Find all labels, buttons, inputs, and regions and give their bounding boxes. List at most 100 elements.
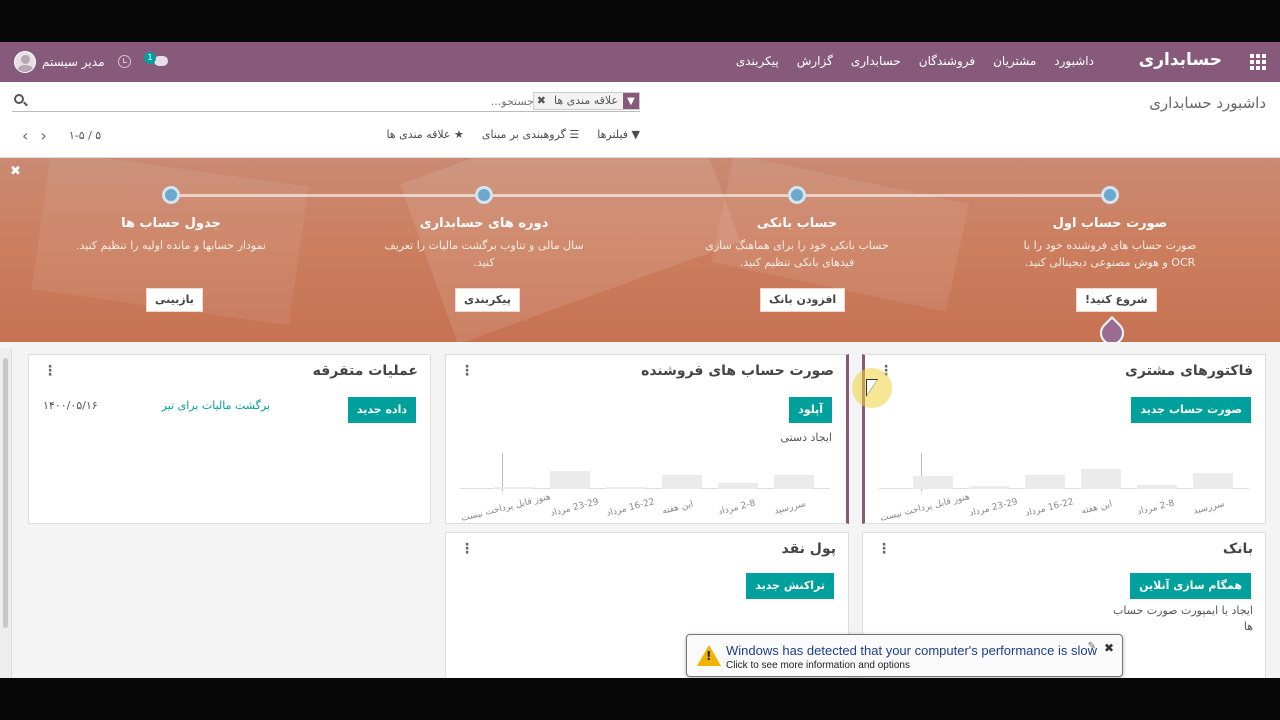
aging-bar[interactable] — [662, 475, 702, 489]
search-input[interactable] — [114, 93, 534, 109]
create-manually-link[interactable]: ایجاد دستی — [780, 431, 832, 444]
step-dot — [475, 186, 493, 204]
notification-subtitle: Click to see more information and option… — [726, 660, 910, 671]
step-dot — [788, 186, 806, 204]
aging-bar-label: 16-22 مرداد — [1024, 497, 1075, 519]
aging-bar[interactable] — [1081, 469, 1121, 489]
aging-bar-label: سررسید — [773, 499, 807, 517]
online-sync-button[interactable]: همگام سازی آنلاین — [1130, 573, 1251, 599]
filter-funnel-icon: ▼ — [623, 93, 639, 109]
options-wrench-icon[interactable]: ✎ — [1088, 641, 1096, 652]
avatar — [14, 51, 36, 73]
add-bank-button[interactable]: افزودن بانک — [760, 288, 846, 312]
close-banner-icon[interactable]: ✖ — [10, 164, 21, 179]
bill-aging-chart: سررسید 2-8 مرداد این هفته 16-22 مرداد 23-29 … — [460, 453, 830, 524]
windows-performance-notification[interactable]: ! Windows has detected that your compute… — [686, 634, 1123, 677]
aging-bar-label: هنوز قابل پرداخت نیست — [460, 492, 552, 524]
tax-return-date: ۱۴۰۰/۰۵/۱۶ — [43, 399, 98, 412]
card-title[interactable]: فاکتورهای مشتری — [1125, 363, 1253, 379]
card-menu-icon[interactable]: ⋮ — [460, 363, 474, 379]
activity-clock-icon[interactable] — [118, 55, 131, 68]
configure-periods-button[interactable]: پیکربندی — [455, 288, 520, 312]
aging-bar-label: 2-8 مرداد — [1136, 498, 1176, 518]
app-brand[interactable]: حسابداری — [1139, 50, 1222, 70]
aging-bar[interactable] — [494, 487, 534, 489]
bars-icon: ☰ — [565, 128, 580, 141]
misc-activity-row: برگشت مالیات برای تیر ۱۴۰۰/۰۵/۱۶ — [43, 397, 416, 423]
star-icon: ★ — [450, 128, 464, 141]
aging-bar[interactable] — [969, 486, 1009, 489]
aging-bar[interactable] — [774, 475, 814, 489]
aging-bar-label: 16-22 مرداد — [605, 497, 656, 519]
new-invoice-button[interactable]: صورت حساب جدید — [1131, 397, 1251, 423]
aging-bar[interactable] — [913, 476, 953, 489]
card-vendor-bills: صورت حساب های فروشنده ⋮ آپلود ایجاد دستی… — [445, 354, 849, 524]
card-title[interactable]: پول نقد — [782, 541, 836, 557]
aging-bar-label: هنوز قابل پرداخت نیست — [879, 492, 971, 524]
aging-bar-label: سررسید — [1192, 499, 1226, 517]
aging-bar[interactable] — [606, 487, 646, 489]
pager-prev-icon[interactable]: ‹ — [22, 126, 28, 145]
card-menu-icon[interactable]: ⋮ — [43, 363, 57, 379]
user-name: مدیر سیستم — [42, 55, 105, 69]
card-menu-icon[interactable]: ⋮ — [460, 541, 474, 557]
aging-bar[interactable] — [1137, 485, 1177, 489]
card-menu-icon[interactable]: ⋮ — [877, 541, 891, 557]
close-notification-icon[interactable]: ✖ — [1104, 641, 1114, 655]
aging-bar[interactable] — [1193, 473, 1233, 489]
new-transaction-button[interactable]: تراکنش جدید — [746, 573, 834, 599]
chat-badge: 1 — [144, 52, 156, 64]
funnel-icon: ▼ — [628, 128, 640, 141]
aging-bar-label: این هفته — [1080, 499, 1114, 517]
search-icon[interactable] — [14, 94, 24, 104]
step-chart-of-accounts: جدول حساب ها نمودار حسابها و مانده اولیه… — [76, 216, 266, 252]
import-statements-link[interactable]: ایجاد یا ایمپورت صورت حساب ها — [1103, 603, 1253, 635]
groupby-dropdown[interactable]: ☰ گروهبندی بر مبنای — [482, 128, 579, 141]
card-title[interactable]: بانک — [1223, 541, 1253, 557]
search-bar: ▼ علاقه مندی ها ✖ — [12, 90, 640, 112]
upload-bill-button[interactable]: آپلود — [789, 397, 832, 423]
aging-bar-label: 23-29 مرداد — [549, 497, 600, 519]
facet-remove-icon[interactable]: ✖ — [534, 93, 549, 109]
aging-bar[interactable] — [718, 483, 758, 489]
card-misc-operations: عملیات متفرقه ⋮ داده جدید برگشت مالیات ب… — [28, 354, 431, 524]
control-panel: داشبورد حسابداری ▼ علاقه مندی ها ✖ ▼ فیل… — [0, 82, 1280, 158]
aging-bar-label: 23-29 مرداد — [968, 497, 1019, 519]
tax-return-link[interactable]: برگشت مالیات برای تیر — [162, 399, 270, 412]
card-title[interactable]: صورت حساب های فروشنده — [641, 363, 834, 379]
aging-bar-label: 2-8 مرداد — [717, 498, 757, 518]
menu-reporting[interactable]: گزارش — [797, 54, 833, 68]
scrollbar[interactable] — [0, 348, 12, 678]
menu-customers[interactable]: مشتریان — [993, 54, 1036, 68]
user-menu[interactable]: مدیر سیستم — [14, 51, 105, 73]
card-title[interactable]: عملیات متفرقه — [313, 363, 418, 379]
odoo-app: حسابداری داشبورد مشتریان فروشندگان حسابد… — [0, 42, 1280, 678]
aging-bar-label: این هفته — [661, 499, 695, 517]
main-menu: داشبورد مشتریان فروشندگان حسابداری گزارش… — [736, 54, 1094, 68]
filters-dropdown[interactable]: ▼ فیلترها — [597, 128, 640, 141]
video-letterbox-bottom — [0, 678, 1280, 720]
current-step-marker-icon — [1099, 318, 1121, 342]
chat-icon[interactable]: 1 — [144, 52, 168, 68]
invoice-aging-chart: سررسید 2-8 مرداد این هفته 16-22 مرداد 23-29 … — [879, 453, 1249, 524]
top-navbar: حسابداری داشبورد مشتریان فروشندگان حسابد… — [0, 42, 1280, 82]
menu-dashboard[interactable]: داشبورد — [1054, 54, 1094, 68]
step-fiscal-periods: دوره های حسابداری سال مالی و تناوب برگشت… — [384, 216, 584, 269]
menu-accounting[interactable]: حسابداری — [851, 54, 901, 68]
menu-configuration[interactable]: پیکربندی — [736, 54, 779, 68]
step-first-bill: صورت حساب اول صورت حساب های فروشنده خود … — [1023, 216, 1197, 269]
favorites-dropdown[interactable]: ★ علاقه مندی ها — [386, 128, 463, 141]
search-options: ▼ فیلترها ☰ گروهبندی بر مبنای ★ علاقه من… — [386, 128, 640, 141]
aging-bar[interactable] — [550, 471, 590, 489]
aging-bar[interactable] — [1025, 475, 1065, 489]
step-dot — [162, 186, 180, 204]
menu-vendors[interactable]: فروشندگان — [919, 54, 975, 68]
search-facet: ▼ علاقه مندی ها ✖ — [532, 92, 640, 110]
pager-next-icon[interactable]: › — [40, 126, 46, 145]
notification-title: Windows has detected that your computer'… — [726, 643, 1097, 658]
review-accounts-button[interactable]: بازبینی — [146, 288, 203, 312]
card-customer-invoices: فاکتورهای مشتری ⋮ صورت حساب جدید سررسید 2… — [862, 354, 1266, 524]
pager-value[interactable]: ۱-۵ / ۵ — [69, 129, 101, 142]
start-button[interactable]: شروع کنید! — [1076, 288, 1157, 312]
apps-grid-icon[interactable] — [1250, 54, 1266, 70]
